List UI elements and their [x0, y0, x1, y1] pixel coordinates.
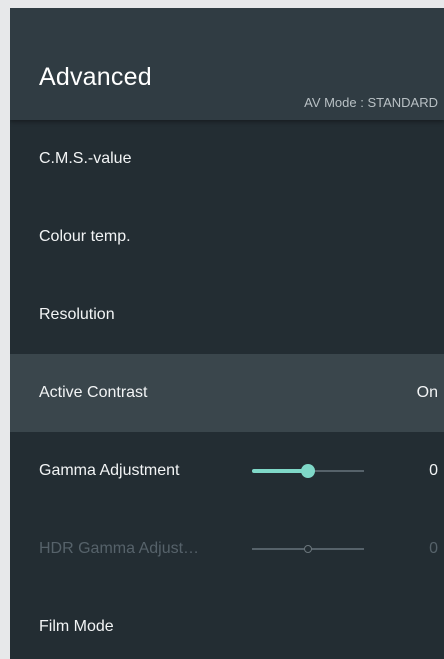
setting-row-hdr-gamma-adjustment: HDR Gamma Adjust… 0 — [10, 510, 444, 588]
page-title: Advanced — [39, 63, 152, 91]
setting-label: Gamma Adjustment — [39, 462, 180, 479]
slider-knob[interactable] — [301, 464, 315, 478]
setting-row-colour-temp[interactable]: Colour temp. — [10, 198, 444, 276]
slider-fill — [252, 469, 308, 473]
setting-row-film-mode[interactable]: Film Mode — [10, 588, 444, 659]
setting-row-cms-value[interactable]: C.M.S.-value — [10, 120, 444, 198]
panel-header: Advanced AV Mode : STANDARD — [10, 8, 444, 120]
advanced-settings-panel: Advanced AV Mode : STANDARD C.M.S.-value… — [10, 8, 444, 659]
setting-label: Film Mode — [39, 618, 114, 635]
setting-label: C.M.S.-value — [39, 150, 132, 167]
setting-value: On — [416, 384, 438, 401]
setting-row-resolution[interactable]: Resolution — [10, 276, 444, 354]
settings-list: C.M.S.-value Colour temp. Resolution Act… — [10, 120, 444, 659]
setting-label: HDR Gamma Adjust… — [39, 540, 200, 557]
setting-label: Colour temp. — [39, 228, 131, 245]
setting-value: 0 — [429, 462, 438, 479]
setting-label: Active Contrast — [39, 384, 148, 401]
setting-label: Resolution — [39, 306, 115, 323]
gamma-slider[interactable] — [252, 464, 364, 478]
hdr-gamma-slider — [252, 542, 364, 556]
slider-knob — [304, 545, 312, 553]
av-mode-indicator: AV Mode : STANDARD — [304, 95, 438, 110]
setting-row-active-contrast[interactable]: Active Contrast On — [10, 354, 444, 432]
setting-value: 0 — [429, 540, 438, 557]
setting-row-gamma-adjustment[interactable]: Gamma Adjustment 0 — [10, 432, 444, 510]
